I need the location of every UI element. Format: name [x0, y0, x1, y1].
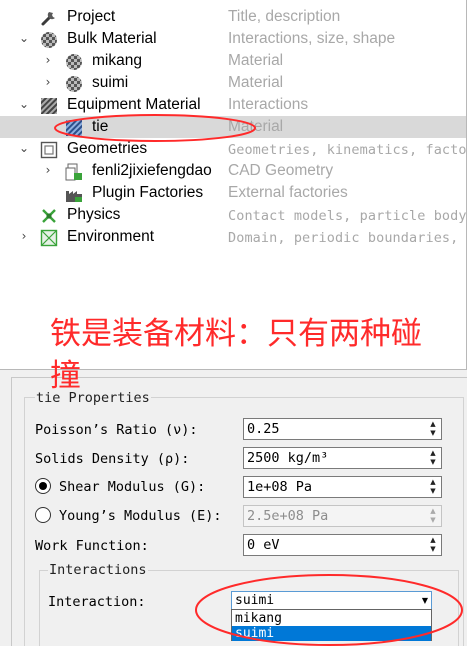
tree-item-mikang[interactable]: › mikang Material: [0, 50, 466, 72]
tree-item-project[interactable]: Project Title, description: [0, 6, 466, 28]
equipment-material-icon: [40, 97, 58, 115]
dropdown-option-suimi[interactable]: suimi: [232, 626, 431, 641]
tree-item-tie[interactable]: tie Material: [0, 116, 466, 138]
tree-item-description: Material: [228, 74, 284, 91]
youngs-modulus-radio[interactable]: [35, 507, 51, 523]
chevron-right-icon[interactable]: ›: [41, 52, 55, 68]
tree-item-description: Domain, periodic boundaries,: [228, 230, 459, 246]
work-function-label: Work Function:: [35, 538, 149, 554]
tree-item-label: Environment: [67, 228, 155, 245]
chevron-down-icon[interactable]: ⌄: [17, 30, 31, 46]
interaction-select[interactable]: suimi ▼: [231, 591, 432, 610]
tree-item-description: Geometries, kinematics, factor: [228, 142, 467, 158]
shear-modulus-label: Shear Modulus (G):: [59, 479, 206, 495]
poisson-ratio-label: Poisson’s Ratio (ν):: [35, 422, 198, 438]
tree-item-equipment-material[interactable]: ⌄ Equipment Material Interactions: [0, 94, 466, 116]
cad-geometry-icon: [65, 163, 83, 181]
chevron-right-icon[interactable]: ›: [17, 228, 31, 244]
tree-item-label: tie: [92, 118, 109, 135]
poisson-ratio-field[interactable]: 0.25 ▲ ▼: [243, 418, 442, 440]
chevron-right-icon[interactable]: ›: [41, 162, 55, 178]
tree-item-fenli2jixiefengdao[interactable]: › fenli2jixiefengdao CAD Geometry: [0, 160, 466, 182]
tree-item-geometries[interactable]: ⌄ Geometries Geometries, kinematics, fac…: [0, 138, 467, 160]
particle-material-icon: [65, 75, 83, 93]
spin-arrows-icon[interactable]: ▲ ▼: [426, 478, 440, 496]
particle-material-icon: [65, 53, 83, 71]
tree-item-description: Title, description: [228, 8, 341, 25]
tree-item-label: Bulk Material: [67, 30, 157, 47]
work-function-value: 0 eV: [247, 537, 280, 553]
tree-item-label: Physics: [67, 206, 121, 223]
poisson-ratio-value: 0.25: [247, 421, 280, 437]
chevron-down-icon[interactable]: ⌄: [17, 140, 31, 156]
tree-item-label: suimi: [92, 74, 129, 91]
bulk-material-icon: [40, 31, 58, 49]
tree-item-description: Material: [228, 118, 284, 135]
tree-item-description: Interactions, size, shape: [228, 30, 396, 47]
physics-icon: [40, 207, 58, 225]
interaction-dropdown-list: mikang suimi: [231, 609, 432, 641]
tree-item-physics[interactable]: Physics Contact models, particle body: [0, 204, 467, 226]
tree-item-description: CAD Geometry: [228, 162, 334, 179]
tree-item-label: fenli2jixiefengdao: [92, 162, 212, 179]
solids-density-field[interactable]: 2500 kg/m³ ▲ ▼: [243, 447, 442, 469]
tree-item-bulk-material[interactable]: ⌄ Bulk Material Interactions, size, shap…: [0, 28, 466, 50]
work-function-field[interactable]: 0 eV ▲ ▼: [243, 534, 442, 556]
spin-arrows-icon: ▲ ▼: [430, 507, 436, 524]
tree-item-environment[interactable]: › Environment Domain, periodic boundarie…: [0, 226, 466, 248]
youngs-modulus-label: Young’s Modulus (E):: [59, 508, 222, 524]
tree-item-label: Project: [67, 8, 116, 25]
chevron-right-icon[interactable]: ›: [41, 74, 55, 90]
tree-item-description: Material: [228, 52, 284, 69]
tree-item-label: mikang: [92, 52, 142, 69]
wrench-icon: [40, 9, 58, 27]
solids-density-value: 2500 kg/m³: [247, 450, 329, 466]
solids-density-label: Solids Density (ρ):: [35, 451, 190, 467]
shear-modulus-radio[interactable]: [35, 478, 51, 494]
chevron-down-icon[interactable]: ▼: [422, 595, 428, 607]
environment-icon: [40, 229, 58, 247]
shear-modulus-field[interactable]: 1e+08 Pa ▲ ▼: [243, 476, 442, 498]
spin-arrows-icon[interactable]: ▲ ▼: [426, 420, 440, 438]
tree-item-description: Interactions: [228, 96, 309, 113]
spin-arrows-icon[interactable]: ▲ ▼: [426, 536, 440, 554]
shear-modulus-value: 1e+08 Pa: [247, 479, 313, 495]
equipment-material-icon: [65, 119, 83, 137]
tree-item-description: Contact models, particle body: [228, 208, 467, 224]
tree-item-label: Plugin Factories: [92, 184, 204, 201]
geometry-icon: [40, 141, 58, 159]
tree-item-plugin-factories[interactable]: Plugin Factories External factories: [0, 182, 466, 204]
spin-arrows-icon[interactable]: ▲ ▼: [426, 449, 440, 467]
tree-item-description: External factories: [228, 184, 348, 201]
annotation-text: 铁是装备材料：只有两种碰撞: [50, 316, 422, 394]
dropdown-option-mikang[interactable]: mikang: [232, 611, 431, 626]
youngs-modulus-value: 2.5e+08 Pa: [247, 508, 329, 524]
plugin-factory-icon: [65, 185, 83, 203]
tree-item-suimi[interactable]: › suimi Material: [0, 72, 466, 94]
tree-item-label: Geometries: [67, 140, 148, 157]
interaction-select-value: suimi: [235, 593, 275, 608]
chevron-down-icon[interactable]: ⌄: [17, 96, 31, 112]
youngs-modulus-field: 2.5e+08 Pa ▲ ▼: [243, 505, 442, 527]
tree-item-label: Equipment Material: [67, 96, 201, 113]
interactions-group-title: Interactions: [48, 562, 148, 578]
interaction-label: Interaction:: [48, 594, 146, 610]
